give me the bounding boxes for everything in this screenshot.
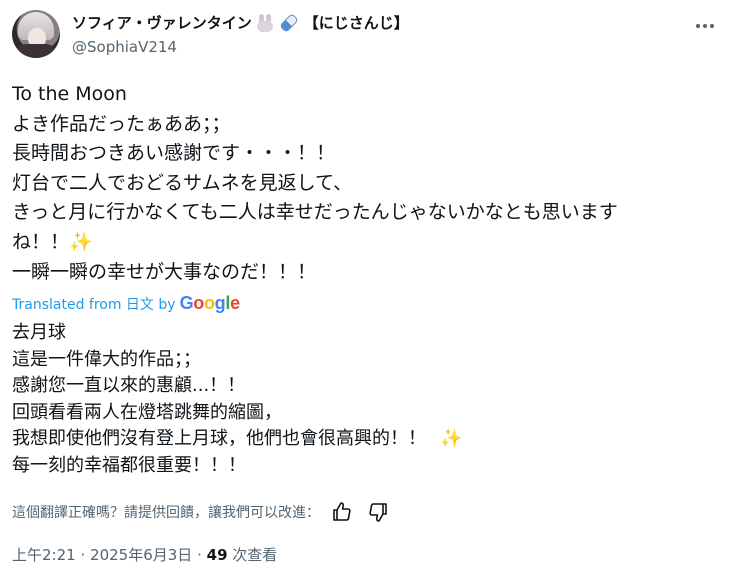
rabbit-emoji-icon [256,13,274,32]
translation-attribution: Translated from 日文 by Google [12,293,240,314]
post-line: 一瞬一瞬の幸せが大事なのだ！！！ [12,260,317,283]
translation-line-text: 我想即使他們沒有登上月球，他們也會很高興的！！ [12,428,426,449]
views-label: 次查看 [232,546,278,564]
user-handle[interactable]: @SophiaV214 [72,38,177,56]
capsule-emoji-icon [278,12,299,33]
post-line: ね！！✨ [12,228,712,258]
google-logo: Google [179,293,241,313]
meta-separator: · [80,546,86,564]
meta-separator: · [197,546,202,564]
post-line: To the Moon [12,83,127,105]
translation-line: 去月球 [12,322,66,343]
translated-text: 去月球 這是一件偉大的作品；； 感謝您一直以來的惠顧...！！ 回頭看看兩人在燈… [12,320,712,479]
post-meta: 上午2:21 · 2025年6月3日 · 49 次查看 [12,544,277,565]
avatar[interactable] [12,10,60,58]
views-count: 49 [206,546,228,564]
post-line: よき作品だったぁああ；； [12,112,231,135]
thumbs-down-icon[interactable] [366,500,392,524]
translation-feedback: 這個翻譯正確嗎？請提供回饋，讓我們可以改進： [12,500,392,524]
post-line: きっと月に行かなくても二人は幸せだったんじゃないかなとも思います [12,201,618,224]
sparkle-emoji-icon: ✨ [69,230,93,253]
display-name-suffix[interactable]: 【にじさんじ】 [304,12,409,33]
post-line-text: ね！！ [12,230,70,253]
translated-from-label[interactable]: Translated from 日文 by [12,294,176,314]
post-line: 長時間おつきあい感謝です・・・！！ [12,142,336,165]
thumbs-up-icon[interactable] [330,500,356,524]
post-line: 灯台で二人でおどるサムネを見返して、 [12,171,353,194]
feedback-prompt: 這個翻譯正確嗎？請提供回饋，讓我們可以改進： [12,505,320,521]
post-date[interactable]: 2025年6月3日 [90,546,192,564]
more-icon[interactable] [693,14,717,38]
post-header: ソフィア・ヴァレンタイン 【にじさんじ】 @SophiaV214 [12,10,717,62]
translation-line: 回頭看看兩人在燈塔跳舞的縮圖， [12,401,282,423]
translation-line: 這是一件偉大的作品；； [12,348,201,370]
translation-line: 每一刻的幸福都很重要！！！ [12,454,246,476]
post-text: To the Moon よき作品だったぁああ；； 長時間おつきあい感謝です・・・… [12,80,712,287]
post-time[interactable]: 上午2:21 [12,546,76,564]
translation-line: 感謝您一直以來的惠顧...！！ [12,375,246,396]
translation-line: 我想即使他們沒有登上月球，他們也會很高興的！！ ✨ [12,426,712,453]
display-name[interactable]: ソフィア・ヴァレンタイン [72,12,252,33]
author-name-row[interactable]: ソフィア・ヴァレンタイン 【にじさんじ】 [72,12,409,33]
sparkle-emoji-icon: ✨ [440,428,463,449]
